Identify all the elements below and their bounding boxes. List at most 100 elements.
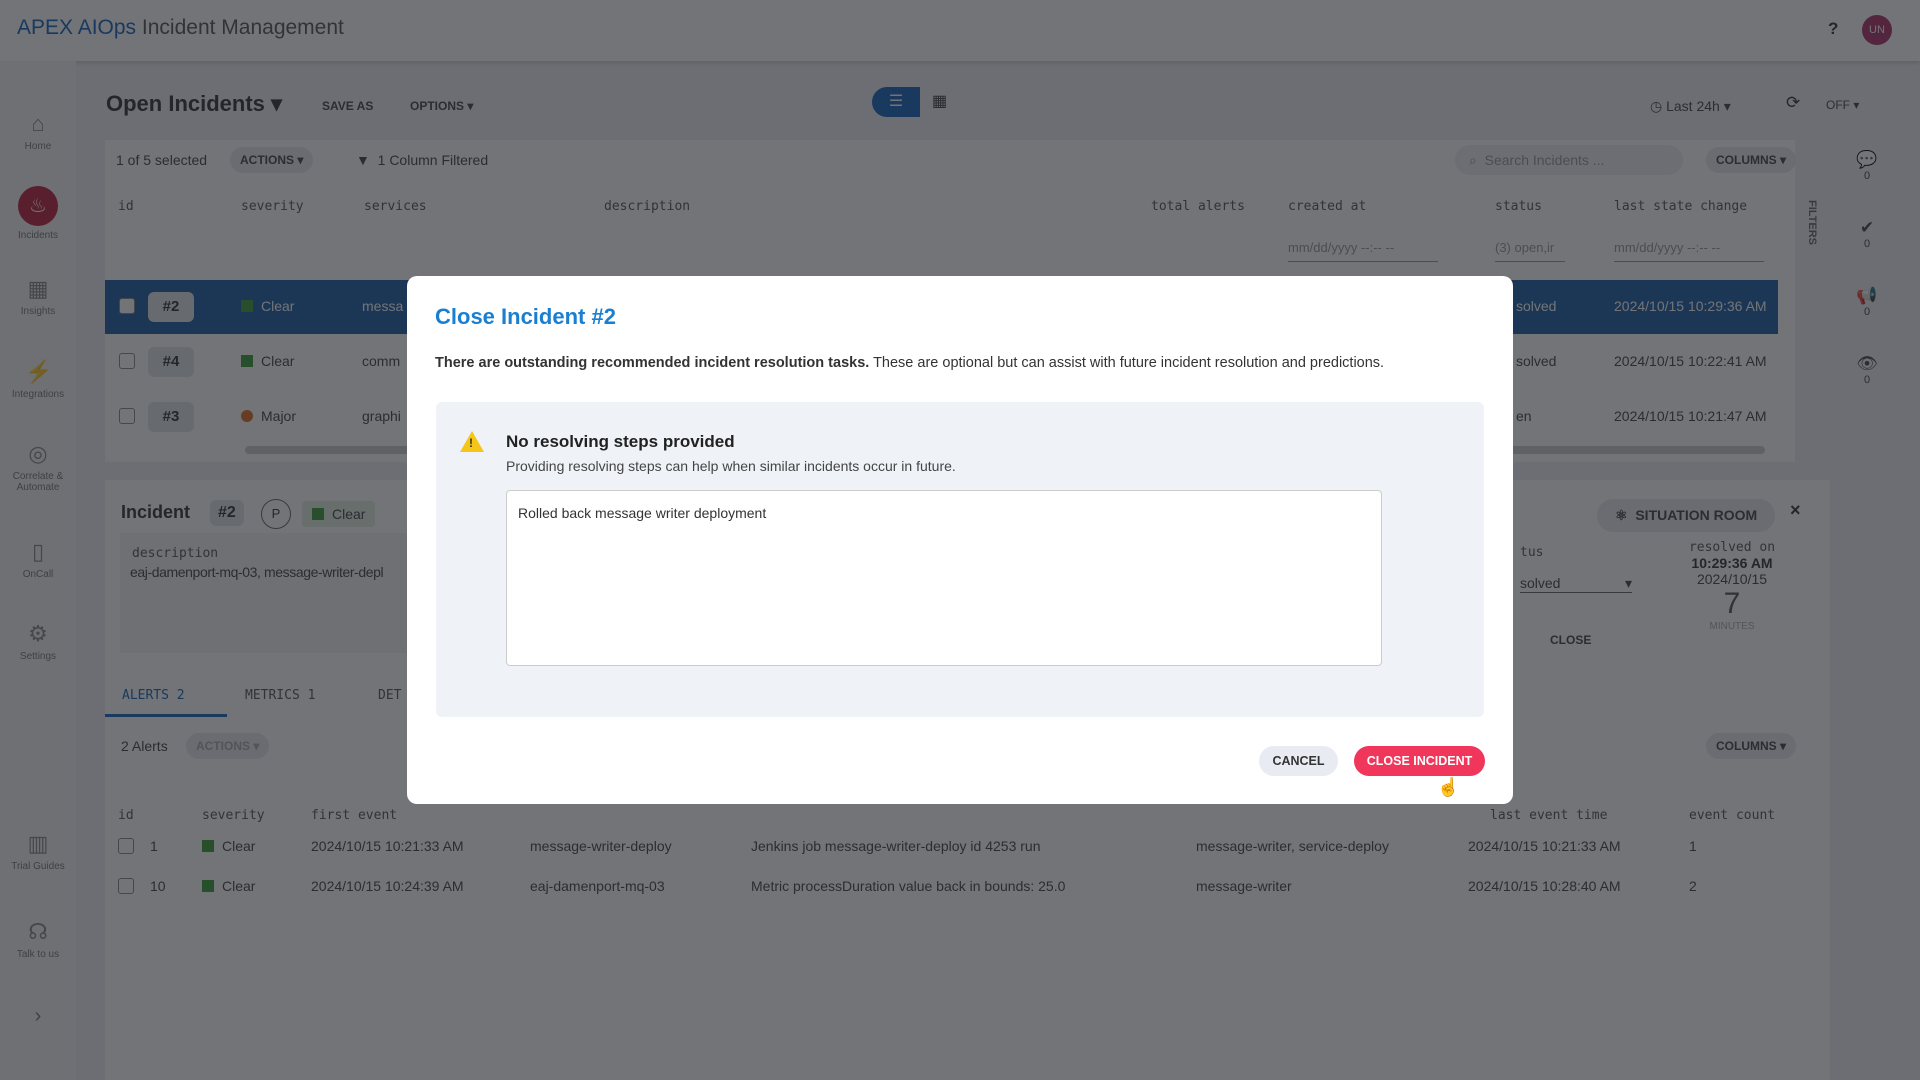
clear-icon [202,880,214,892]
search-input[interactable]: ⌕ Search Incidents ... [1455,145,1683,175]
col-status[interactable]: status [1495,199,1542,214]
alert-col-severity[interactable]: severity [202,808,265,823]
last-state-filter[interactable]: mm/dd/yyyy --:-- -- [1614,240,1764,262]
clear-icon [241,300,253,312]
tasks-button[interactable]: ✔ 0 [1849,218,1885,250]
alerts-actions-button[interactable]: ACTIONS ▾ [186,733,270,759]
chat-icon: 💬 [1856,150,1878,169]
sidebar-item-correlate[interactable]: ◎ Correlate & Automate [0,441,76,493]
tab-metrics[interactable]: METRICS 1 [245,688,315,703]
selection-count: 1 of 5 selected [116,152,208,168]
sidebar-item-settings[interactable]: ⚙ Settings [0,621,76,662]
alert-row[interactable]: 10 Clear 2024/10/15 10:24:39 AM eaj-dame… [150,878,1697,894]
alert-col-id[interactable]: id [118,808,134,823]
avatar[interactable]: UN [1862,15,1892,45]
alert-checkbox[interactable] [118,878,134,894]
severity-cell: Major [241,408,296,424]
active-tab-indicator [105,714,227,717]
sidebar-item-home[interactable]: ⌂ Home [0,111,76,152]
status-select[interactable]: solved ▾ [1520,575,1632,593]
col-total-alerts[interactable]: total alerts [1151,199,1245,214]
announce-button[interactable]: 📢 0 [1849,286,1885,318]
alert-col-event-count[interactable]: event count [1689,808,1775,823]
cancel-button[interactable]: CANCEL [1259,746,1338,776]
incident-id[interactable]: #2 [148,292,194,322]
status-cell: solved [1516,353,1557,369]
filters-tab[interactable]: FILTERS [1806,200,1818,245]
list-view-button[interactable]: ☰ [872,87,920,117]
alert-col-first-event[interactable]: first event [311,808,397,823]
time-range-select[interactable]: ◷ Last 24h ▾ [1640,92,1741,121]
situation-room-button[interactable]: ⚛ SITUATION ROOM [1597,499,1776,532]
row-checkbox[interactable] [119,298,135,314]
sidebar-item-incidents[interactable]: ♨ Incidents [0,186,76,241]
row-checkbox[interactable] [119,353,135,369]
refresh-icon[interactable]: ⟳ [1786,93,1800,113]
help-button[interactable]: ? [1828,19,1838,39]
sidebar-item-talk[interactable]: ☊ Talk to us [0,919,76,960]
col-description[interactable]: description [604,199,690,214]
priority-badge[interactable]: P [261,499,291,529]
close-incident-button[interactable]: CLOSE INCIDENT [1354,746,1485,776]
alert-count: 2 Alerts [121,738,168,754]
last-state-cell: 2024/10/15 10:22:41 AM [1614,353,1767,369]
col-created-at[interactable]: created at [1288,199,1366,214]
severity-cell: Clear [241,298,294,314]
list-icon: ☰ [888,93,904,110]
close-button[interactable]: CLOSE [1540,627,1601,653]
incident-id-badge: #2 [210,500,244,526]
dialog-message: There are outstanding recommended incide… [435,355,1385,371]
sidebar-item-integrations[interactable]: ⚡ Integrations [0,359,76,400]
columns-button[interactable]: COLUMNS ▾ [1706,147,1797,173]
col-last-state-change[interactable]: last state change [1614,199,1747,214]
row-checkbox[interactable] [119,408,135,424]
incident-label: Incident [121,502,191,522]
status-filter[interactable]: (3) open,ir [1495,240,1565,262]
sidebar-item-insights[interactable]: ▦ Insights [0,276,76,317]
severity-badge[interactable]: Clear [302,501,376,527]
incident-id[interactable]: #4 [148,347,194,377]
check-badge-icon: ✔ [1859,218,1875,237]
alert-col-last-event[interactable]: last event time [1490,808,1607,823]
alert-row[interactable]: 1 Clear 2024/10/15 10:21:33 AM message-w… [150,838,1697,854]
books-icon: ▥ [27,831,49,856]
chat-button[interactable]: 💬 0 [1849,150,1885,182]
pointer-cursor-icon: ☝ [1437,777,1460,797]
major-icon [241,410,253,422]
resolving-steps-section: ! No resolving steps provided Providing … [436,402,1484,717]
watchers-button[interactable]: 👁 0 [1849,354,1885,386]
sidebar: ⌂ Home ♨ Incidents ▦ Insights ⚡ Integrations… [0,61,76,1080]
resolved-info: resolved on 10:29:36 AM 2024/10/15 7 MIN… [1688,540,1776,632]
options-button[interactable]: OPTIONS ▾ [400,93,483,119]
alert-checkbox[interactable] [118,838,134,854]
tab-alerts[interactable]: ALERTS 2 [122,688,185,703]
services-cell: messa [362,298,404,314]
auto-refresh-select[interactable]: OFF ▾ [1816,92,1869,118]
actions-button[interactable]: ACTIONS ▾ [230,147,314,173]
grid-icon: ▦ [932,93,948,110]
close-incident-dialog: Close Incident #2 There are outstanding … [407,276,1513,804]
col-id[interactable]: id [118,199,134,214]
clear-icon [241,355,253,367]
network-icon: ⚛ [1615,507,1628,523]
grid-view-button[interactable]: ▦ [932,87,956,117]
view-title[interactable]: Open Incidents ▾ [106,91,282,117]
clear-icon [312,508,324,520]
last-state-cell: 2024/10/15 10:21:47 AM [1614,408,1767,424]
filter-icon: ▼ [356,152,370,168]
incident-id[interactable]: #3 [148,402,194,432]
created-at-filter[interactable]: mm/dd/yyyy --:-- -- [1288,240,1438,262]
col-services[interactable]: services [364,199,427,214]
target-icon: ◎ [28,441,48,466]
col-severity[interactable]: severity [241,199,304,214]
save-as-button[interactable]: SAVE AS [312,93,383,119]
sidebar-item-oncall[interactable]: ▯ OnCall [0,539,76,580]
alerts-columns-button[interactable]: COLUMNS ▾ [1706,733,1797,759]
resolving-steps-input[interactable]: Rolled back message writer deployment [506,490,1382,666]
tab-details[interactable]: DET [378,688,401,703]
close-panel-button[interactable]: × [1790,500,1801,521]
expand-sidebar-button[interactable]: › [0,1005,76,1028]
column-filter-status[interactable]: ▼ 1 Column Filtered [356,152,488,168]
severity-cell: Clear [241,353,294,369]
sidebar-item-trial-guides[interactable]: ▥ Trial Guides [0,831,76,872]
